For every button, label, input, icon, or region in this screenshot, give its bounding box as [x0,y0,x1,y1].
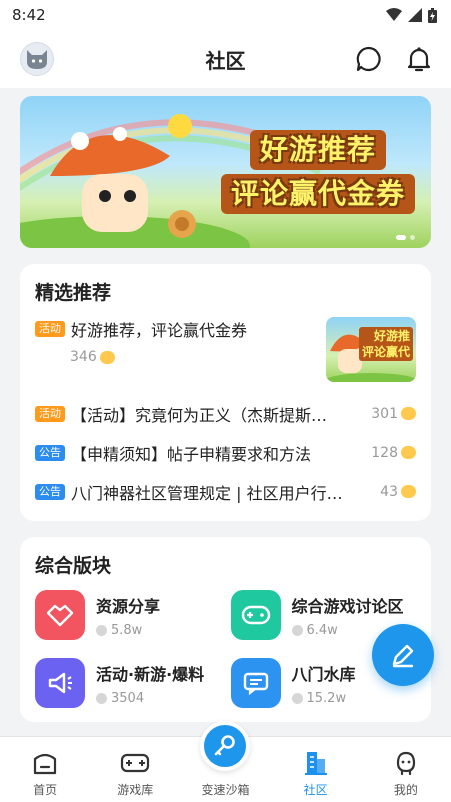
community-building-icon [304,752,327,775]
megaphone-icon [35,658,85,708]
key-icon [200,721,251,771]
bottom-tab-bar: 首页 游戏库 变速沙箱 社区 我的 [0,721,451,802]
activity-tag: 活动 [35,405,65,422]
banner-line-1: 好游推荐 [249,130,386,170]
board-count: 15.2w [291,691,356,706]
bell-icon[interactable] [405,45,433,73]
banner-line-2: 评论赢代金券 [220,174,415,214]
promo-banner[interactable]: 好游推荐 评论赢代金券 [20,96,431,248]
app-header: 社区 [0,30,451,88]
profile-icon [396,751,415,776]
comment-bubble-icon [401,480,416,498]
boards-title: 综合版块 [35,555,112,577]
status-icons [386,7,437,23]
signal-icon [408,8,422,22]
featured-top-title: 好游推荐，评论赢代金券 [71,321,248,340]
board-events-news[interactable]: 活动·新游·爆料 3504 [35,658,221,708]
list-item[interactable]: 活动 【活动】究竟何为正义（杰斯提斯… 301 [35,394,416,433]
user-icon [291,692,303,704]
board-name: 八门水库 [291,664,356,684]
list-item-title: 八门神器社区管理规定 | 社区用户行… [71,483,343,503]
tab-speed-sandbox[interactable]: 变速沙箱 [180,721,270,798]
list-item-title: 【申精须知】帖子申精要求和方法 [71,444,312,464]
tab-label: 首页 [33,783,58,797]
activity-tag: 活动 [35,321,65,337]
list-item[interactable]: 公告 【申精须知】帖子申精要求和方法 128 [35,433,416,472]
reply-count: 301 [371,402,416,422]
status-time: 8:42 [12,6,46,24]
board-name: 活动·新游·爆料 [96,664,205,684]
comment-bubble-icon [401,441,416,459]
banner-headline: 好游推荐 评论赢代金券 [220,130,415,218]
reply-count: 128 [371,441,416,461]
tab-game-library[interactable]: 游戏库 [90,749,180,798]
tab-label: 社区 [303,783,328,797]
board-resource-share[interactable]: 资源分享 5.8w [35,590,221,640]
handshake-icon [35,590,85,640]
featured-top-item[interactable]: 活动 好游推荐，评论赢代金券 346 好游推评论赢代 [35,317,416,382]
featured-title: 精选推荐 [35,282,112,304]
tab-label: 游戏库 [117,783,154,797]
reply-count: 43 [380,480,416,500]
chat-icon[interactable] [355,45,383,73]
user-icon [291,624,303,636]
user-icon [96,692,107,704]
reply-count: 346 [70,346,316,365]
banner-dot [396,235,406,240]
board-name: 综合游戏讨论区 [291,596,404,616]
list-item[interactable]: 公告 八门神器社区管理规定 | 社区用户行… 43 [35,472,416,511]
user-icon [96,624,107,636]
status-bar: 8:42 [0,0,451,30]
tab-label: 我的 [393,783,418,797]
compose-post-button[interactable] [372,624,434,686]
chat-icon [230,658,281,708]
notice-tag: 公告 [35,444,65,461]
tab-profile[interactable]: 我的 [361,749,451,798]
board-name: 资源分享 [96,596,161,616]
avatar[interactable] [20,42,54,76]
tab-community[interactable]: 社区 [271,749,361,798]
featured-card: 精选推荐 活动 好游推荐，评论赢代金券 346 好游推评论赢代 活动 【活动】究… [20,264,431,521]
banner-pagination[interactable] [396,235,415,240]
board-count: 3504 [96,691,204,706]
boards-card: 综合版块 资源分享 5.8w 综合游戏讨论区 6.4w 活动·新游·爆料 350… [20,537,431,722]
battery-icon [428,7,437,23]
thumbnail-text: 好游推 评论赢代 [358,327,413,361]
tab-home[interactable]: 首页 [0,749,90,798]
pencil-icon [392,644,414,668]
home-icon [33,753,57,775]
comment-bubble-icon [99,346,115,364]
featured-thumbnail: 好游推 评论赢代 [326,317,416,382]
list-item-title: 【活动】究竟何为正义（杰斯提斯… [71,405,328,425]
board-count: 5.8w [96,623,160,638]
wifi-icon [386,8,402,21]
cat-avatar-icon [27,50,47,69]
banner-dot [410,235,415,240]
tab-label: 变速沙箱 [201,783,250,797]
notice-tag: 公告 [35,483,65,500]
game-controller-icon [121,753,150,773]
gamepad-icon [230,590,281,640]
comment-bubble-icon [401,402,416,420]
